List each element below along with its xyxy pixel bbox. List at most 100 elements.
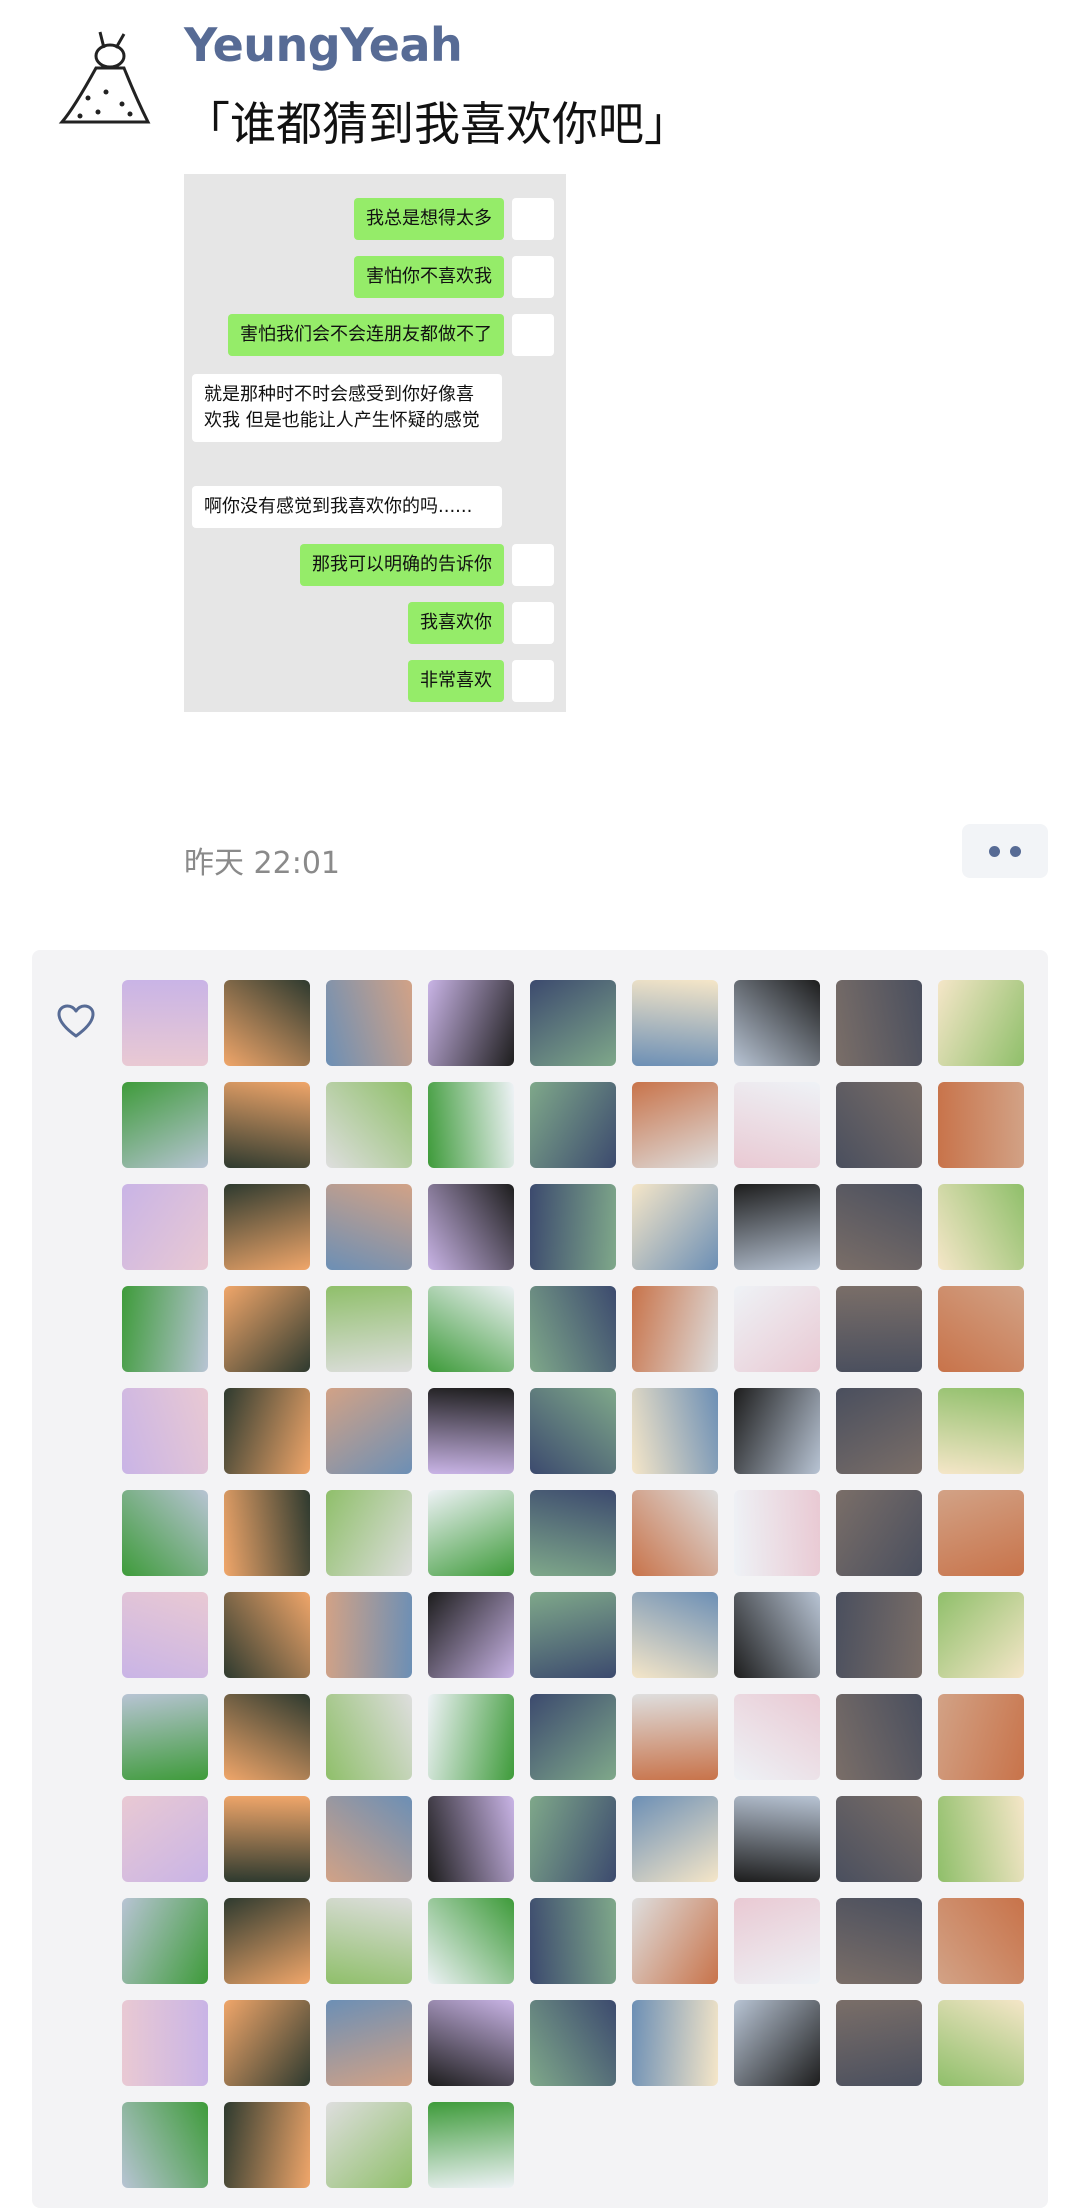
liker-avatar[interactable]	[632, 980, 718, 1066]
liker-avatar[interactable]	[122, 2000, 208, 2086]
liker-avatar[interactable]	[326, 1490, 412, 1576]
liker-avatar[interactable]	[938, 980, 1024, 1066]
liker-avatar[interactable]	[530, 1286, 616, 1372]
liker-avatar[interactable]	[122, 980, 208, 1066]
liker-avatar[interactable]	[938, 1286, 1024, 1372]
liker-avatar[interactable]	[122, 1898, 208, 1984]
liker-avatar[interactable]	[530, 1694, 616, 1780]
liker-avatar[interactable]	[836, 1796, 922, 1882]
liker-avatar[interactable]	[632, 1796, 718, 1882]
liker-avatar[interactable]	[734, 980, 820, 1066]
liker-avatar[interactable]	[122, 2102, 208, 2188]
liker-avatar[interactable]	[428, 1286, 514, 1372]
liker-avatar[interactable]	[734, 1184, 820, 1270]
liker-avatar[interactable]	[122, 1796, 208, 1882]
liker-avatar[interactable]	[224, 1592, 310, 1678]
liker-avatar[interactable]	[530, 1898, 616, 1984]
liker-avatar[interactable]	[836, 1082, 922, 1168]
liker-avatar[interactable]	[122, 1694, 208, 1780]
liker-avatar[interactable]	[326, 1286, 412, 1372]
author-avatar[interactable]	[44, 18, 168, 142]
liker-avatar[interactable]	[326, 1694, 412, 1780]
liker-avatar[interactable]	[836, 1898, 922, 1984]
liker-avatar[interactable]	[428, 1898, 514, 1984]
liker-avatar[interactable]	[632, 1286, 718, 1372]
liker-avatar[interactable]	[734, 1694, 820, 1780]
liker-avatar[interactable]	[836, 1388, 922, 1474]
liker-avatar[interactable]	[836, 1286, 922, 1372]
liker-avatar[interactable]	[734, 2000, 820, 2086]
liker-avatar[interactable]	[938, 1082, 1024, 1168]
liker-avatar[interactable]	[428, 1694, 514, 1780]
liker-avatar[interactable]	[428, 2102, 514, 2188]
liker-avatar[interactable]	[224, 1898, 310, 1984]
liker-avatar[interactable]	[530, 1184, 616, 1270]
liker-avatar[interactable]	[632, 1388, 718, 1474]
liker-avatar[interactable]	[326, 1388, 412, 1474]
liker-avatar[interactable]	[530, 1388, 616, 1474]
liker-avatar[interactable]	[224, 1184, 310, 1270]
liker-avatar[interactable]	[530, 1082, 616, 1168]
liker-avatar[interactable]	[938, 1184, 1024, 1270]
liker-avatar[interactable]	[428, 1082, 514, 1168]
liker-avatar[interactable]	[632, 1592, 718, 1678]
liker-avatar[interactable]	[428, 980, 514, 1066]
liker-avatar[interactable]	[224, 1694, 310, 1780]
liker-avatar[interactable]	[224, 1286, 310, 1372]
liker-avatar[interactable]	[122, 1388, 208, 1474]
liker-avatar[interactable]	[836, 980, 922, 1066]
liker-avatar[interactable]	[326, 1796, 412, 1882]
liker-avatar[interactable]	[224, 1796, 310, 1882]
liker-avatar[interactable]	[632, 1898, 718, 1984]
liker-avatar[interactable]	[326, 1898, 412, 1984]
liker-avatar[interactable]	[938, 1796, 1024, 1882]
liker-avatar[interactable]	[530, 2000, 616, 2086]
liker-avatar[interactable]	[428, 1388, 514, 1474]
liker-avatar[interactable]	[224, 1388, 310, 1474]
liker-avatar[interactable]	[530, 1796, 616, 1882]
liker-avatar[interactable]	[632, 1490, 718, 1576]
liker-avatar[interactable]	[938, 2000, 1024, 2086]
liker-avatar[interactable]	[428, 2000, 514, 2086]
liker-avatar[interactable]	[938, 1898, 1024, 1984]
liker-avatar[interactable]	[734, 1490, 820, 1576]
liker-avatar[interactable]	[836, 1694, 922, 1780]
liker-avatar[interactable]	[326, 980, 412, 1066]
post-image-chat-screenshot[interactable]: 我总是想得太多 害怕你不喜欢我 害怕我们会不会连朋友都做不了 就是那种时不时会感…	[184, 174, 566, 712]
liker-avatar[interactable]	[428, 1490, 514, 1576]
liker-avatar[interactable]	[530, 1592, 616, 1678]
liker-avatar[interactable]	[836, 1490, 922, 1576]
liker-avatar[interactable]	[938, 1694, 1024, 1780]
liker-avatar[interactable]	[734, 1592, 820, 1678]
more-actions-button[interactable]	[962, 824, 1048, 878]
liker-avatar[interactable]	[632, 1694, 718, 1780]
liker-avatar[interactable]	[122, 1082, 208, 1168]
liker-avatar[interactable]	[224, 1082, 310, 1168]
liker-avatar[interactable]	[938, 1490, 1024, 1576]
liker-avatar[interactable]	[428, 1592, 514, 1678]
liker-avatar[interactable]	[224, 980, 310, 1066]
liker-avatar[interactable]	[836, 1184, 922, 1270]
liker-avatar[interactable]	[122, 1286, 208, 1372]
liker-avatar[interactable]	[632, 1082, 718, 1168]
liker-avatar[interactable]	[224, 1490, 310, 1576]
liker-avatar[interactable]	[530, 1490, 616, 1576]
liker-avatar[interactable]	[632, 2000, 718, 2086]
liker-avatar[interactable]	[836, 1592, 922, 1678]
liker-avatar[interactable]	[428, 1184, 514, 1270]
liker-avatar[interactable]	[326, 2102, 412, 2188]
liker-avatar[interactable]	[530, 980, 616, 1066]
liker-avatar[interactable]	[938, 1388, 1024, 1474]
liker-avatar[interactable]	[734, 1286, 820, 1372]
liker-avatar[interactable]	[224, 2000, 310, 2086]
liker-avatar[interactable]	[938, 1592, 1024, 1678]
liker-avatar[interactable]	[326, 2000, 412, 2086]
liker-avatar[interactable]	[326, 1184, 412, 1270]
liker-avatar[interactable]	[734, 1898, 820, 1984]
liker-avatar[interactable]	[428, 1796, 514, 1882]
liker-avatar[interactable]	[224, 2102, 310, 2188]
liker-avatar[interactable]	[326, 1592, 412, 1678]
liker-avatar[interactable]	[734, 1388, 820, 1474]
liker-avatar[interactable]	[836, 2000, 922, 2086]
liker-avatar[interactable]	[632, 1184, 718, 1270]
